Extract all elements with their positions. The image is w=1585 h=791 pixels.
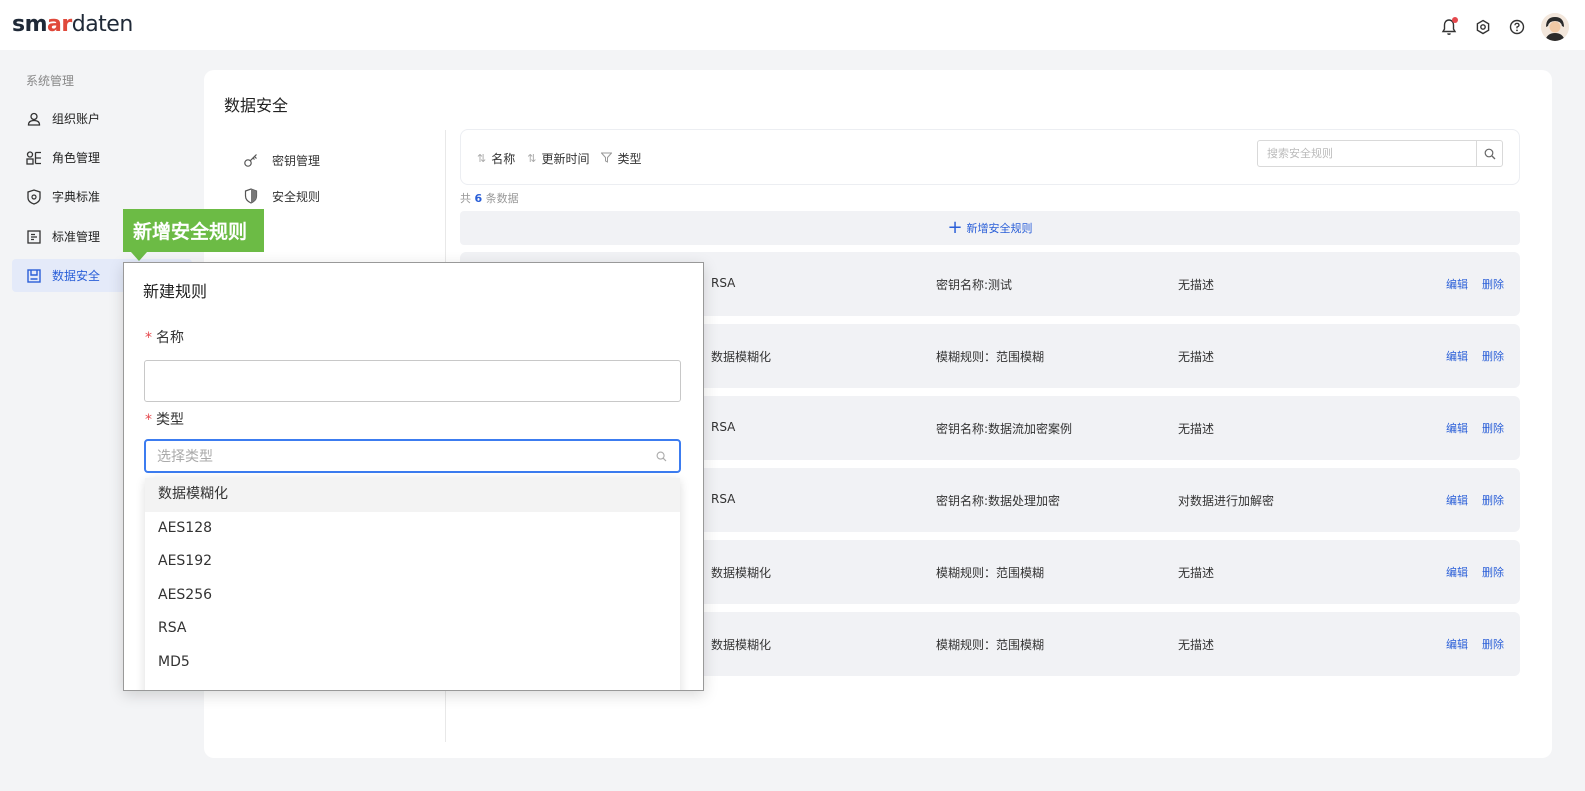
delete-link[interactable]: 删除	[1482, 492, 1504, 508]
type-dropdown: 数据模糊化 AES128 AES192 AES256 RSA MD5	[145, 478, 680, 690]
rule-type: 数据模糊化	[711, 350, 772, 364]
rule-description: 无描述	[1178, 566, 1215, 580]
sort-icon: ⇅	[477, 152, 487, 165]
shield-icon	[242, 187, 260, 205]
search-icon	[656, 450, 667, 466]
sort-by-name-button[interactable]: ⇅ 名称	[477, 150, 515, 167]
top-header: smardaten	[0, 0, 1585, 50]
edit-link[interactable]: 编辑	[1446, 348, 1468, 364]
rule-detail: 密钥名称:数据处理加密	[936, 494, 1061, 508]
delete-link[interactable]: 删除	[1482, 636, 1504, 652]
dictionary-icon	[26, 188, 42, 205]
rule-type: 数据模糊化	[711, 566, 772, 580]
edit-link[interactable]: 编辑	[1446, 492, 1468, 508]
type-select-placeholder: 选择类型	[157, 449, 213, 465]
app-logo[interactable]: smardaten	[12, 12, 133, 37]
type-option[interactable]: AES256	[145, 579, 680, 613]
sort-by-updated-button[interactable]: ⇅ 更新时间	[527, 150, 589, 167]
page-title: 数据安全	[224, 96, 289, 115]
delete-link[interactable]: 删除	[1482, 276, 1504, 292]
sort-icon: ⇅	[527, 152, 537, 165]
type-option[interactable]: AES128	[145, 512, 680, 546]
plus-icon: +	[947, 217, 963, 238]
search-button[interactable]	[1476, 141, 1502, 166]
submenu-item-security-rules[interactable]: 安全规则	[242, 184, 320, 208]
submenu-item-key-management[interactable]: 密钥管理	[242, 148, 320, 172]
search-icon	[1484, 148, 1495, 159]
filter-type-button[interactable]: 类型	[600, 150, 641, 167]
rule-detail: 密钥名称:数据流加密案例	[936, 422, 1073, 436]
edit-link[interactable]: 编辑	[1446, 420, 1468, 436]
type-select[interactable]: 选择类型	[144, 439, 681, 473]
search-input[interactable]	[1258, 141, 1476, 166]
dialog-title: 新建规则	[143, 282, 208, 301]
help-icon[interactable]	[1507, 17, 1527, 37]
rule-detail: 模糊规则：范围模糊	[936, 566, 1045, 580]
edit-link[interactable]: 编辑	[1446, 636, 1468, 652]
rule-description: 无描述	[1178, 350, 1215, 364]
edit-link[interactable]: 编辑	[1446, 276, 1468, 292]
sidebar-item-label: 数据安全	[52, 269, 101, 283]
edit-link[interactable]: 编辑	[1446, 564, 1468, 580]
new-rule-dialog: 新建规则 * 名称 * 类型 选择类型 数据模糊化 AES128 AES192 AE…	[123, 262, 704, 691]
search-box	[1257, 140, 1503, 167]
delete-link[interactable]: 删除	[1482, 348, 1504, 364]
header-icons	[1439, 13, 1569, 41]
rule-type: RSA	[711, 276, 736, 290]
roles-icon	[26, 150, 42, 166]
type-option[interactable]: RSA	[145, 612, 680, 646]
name-field-label: * 名称	[145, 330, 184, 346]
standard-icon	[26, 229, 42, 245]
rule-description: 无描述	[1178, 638, 1215, 652]
sidebar-group-title: 系统管理	[26, 74, 75, 88]
rule-type: 数据模糊化	[711, 638, 772, 652]
rule-description: 对数据进行加解密	[1178, 494, 1275, 508]
sidebar-item-label: 角色管理	[52, 151, 101, 165]
sidebar-item-roles[interactable]: 角色管理	[12, 141, 192, 174]
filter-icon	[600, 152, 614, 166]
sort-filter-bar: ⇅ 名称 ⇅ 更新时间 类型	[477, 150, 641, 167]
settings-icon[interactable]	[1473, 17, 1493, 37]
delete-link[interactable]: 删除	[1482, 420, 1504, 436]
rule-detail: 模糊规则：范围模糊	[936, 638, 1045, 652]
sidebar-item-label: 字典标准	[52, 190, 101, 204]
user-avatar[interactable]	[1541, 13, 1569, 41]
data-security-icon	[26, 268, 42, 284]
sidebar-item-label: 组织账户	[52, 112, 101, 126]
rule-description: 无描述	[1178, 278, 1215, 292]
name-input[interactable]	[144, 360, 681, 402]
sidebar-item-org-accounts[interactable]: 组织账户	[12, 102, 192, 135]
type-option[interactable]: 数据模糊化	[145, 478, 680, 512]
type-field-label: * 类型	[145, 412, 184, 428]
sidebar-item-label: 标准管理	[52, 230, 101, 244]
submenu-label: 密钥管理	[272, 153, 321, 168]
callout-pointer	[131, 252, 147, 261]
add-rule-button[interactable]: + 新增安全规则	[460, 211, 1520, 245]
delete-link[interactable]: 删除	[1482, 564, 1504, 580]
record-count: 共 6 条数据	[460, 192, 519, 205]
tutorial-callout: 新增安全规则	[123, 209, 264, 252]
rule-type: RSA	[711, 492, 736, 506]
type-option[interactable]: MD5	[145, 646, 680, 680]
user-icon	[26, 111, 42, 127]
sidebar: 系统管理	[0, 70, 200, 92]
type-option[interactable]: AES192	[145, 545, 680, 579]
rules-toolbar: ⇅ 名称 ⇅ 更新时间 类型	[460, 129, 1520, 185]
rule-description: 无描述	[1178, 422, 1215, 436]
rule-detail: 模糊规则：范围模糊	[936, 350, 1045, 364]
required-mark: *	[145, 330, 152, 346]
rule-detail: 密钥名称:测试	[936, 278, 1013, 292]
required-mark: *	[145, 412, 152, 428]
bell-icon[interactable]	[1439, 17, 1459, 37]
key-icon	[242, 151, 260, 169]
submenu-label: 安全规则	[272, 189, 321, 204]
rule-type: RSA	[711, 420, 736, 434]
notification-badge	[1452, 17, 1458, 23]
